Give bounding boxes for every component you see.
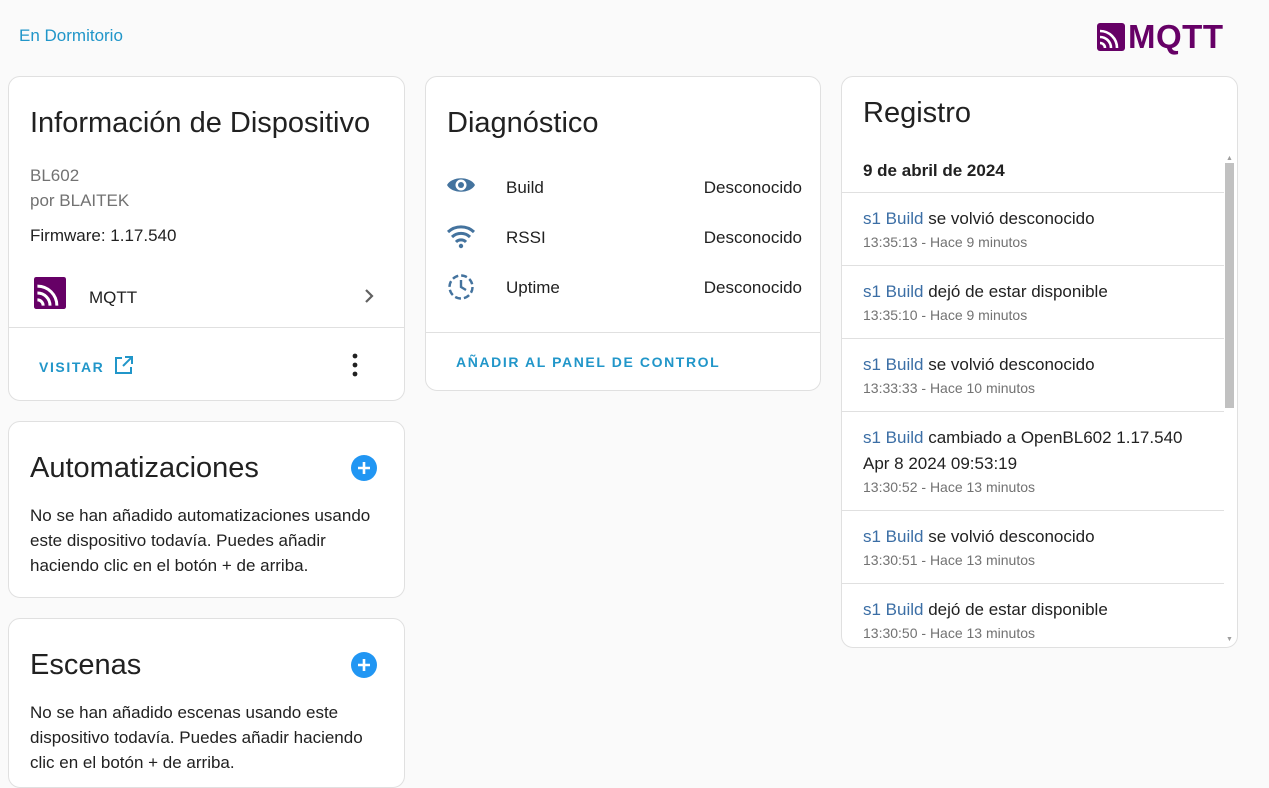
logbook-time: 13:30:52 - Hace 13 minutos	[863, 479, 1035, 495]
diagnostic-name: Build	[506, 178, 544, 197]
area-link[interactable]: En Dormitorio	[19, 26, 123, 46]
logbook-entry: s1 Build se volvió desconocido 13:30:51 …	[842, 510, 1224, 584]
logbook-message: s1 Build se volvió desconocido	[863, 206, 1203, 232]
integration-label: MQTT	[89, 288, 138, 307]
divider	[9, 327, 404, 328]
logbook-title: Registro	[863, 97, 971, 129]
diagnostics-title: Diagnóstico	[447, 107, 599, 139]
logbook-text: se volvió desconocido	[928, 355, 1095, 374]
automations-card: Automatizaciones No se han añadido autom…	[8, 421, 405, 598]
logbook-message: s1 Build dejó de estar disponible	[863, 279, 1203, 305]
device-firmware: Firmware: 1.17.540	[30, 226, 177, 245]
dots-vertical-icon[interactable]	[343, 351, 367, 384]
logbook-entry: s1 Build dejó de estar disponible 13:30:…	[842, 583, 1224, 647]
divider	[426, 332, 820, 333]
logbook-entry: s1 Build se volvió desconocido 13:35:13 …	[842, 192, 1224, 266]
logbook-entity-link[interactable]: s1 Build	[863, 527, 923, 546]
logbook-message: s1 Build dejó de estar disponible	[863, 597, 1203, 623]
logbook-message: s1 Build cambiado a OpenBL602 1.17.540 A…	[863, 425, 1203, 477]
logbook-text: dejó de estar disponible	[928, 600, 1108, 619]
device-info-card: Información de Dispositivo BL602 por BLA…	[8, 76, 405, 401]
plus-circle-icon	[351, 455, 377, 481]
diagnostic-row-build[interactable]: Build Desconocido	[426, 167, 820, 207]
mqtt-icon	[34, 277, 66, 314]
integration-row-mqtt[interactable]: MQTT	[9, 272, 404, 322]
logbook-time: 13:35:10 - Hace 9 minutos	[863, 307, 1028, 323]
eye-icon	[446, 173, 476, 202]
device-manufacturer: por BLAITEK	[30, 191, 130, 210]
logbook-time: 13:30:50 - Hace 13 minutos	[863, 625, 1035, 641]
logbook-entity-link[interactable]: s1 Build	[863, 428, 923, 447]
logbook-entity-link[interactable]: s1 Build	[863, 282, 923, 301]
logbook-card: Registro 9 de abril de 2024 s1 Build se …	[841, 76, 1238, 648]
automations-empty-text: No se han añadido automatizaciones usand…	[30, 506, 371, 575]
logbook-time: 13:35:13 - Hace 9 minutos	[863, 234, 1028, 250]
clock-icon	[446, 273, 476, 306]
visit-label: VISITAR	[39, 358, 105, 375]
diagnostic-name: Uptime	[506, 278, 560, 297]
logbook-entity-link[interactable]: s1 Build	[863, 600, 923, 619]
diagnostic-row-uptime[interactable]: Uptime Desconocido	[426, 267, 820, 307]
logbook-scrollbar[interactable]: ▲ ▼	[1224, 155, 1234, 645]
visit-button[interactable]: VISITAR	[39, 355, 134, 378]
scroll-down-arrow-icon[interactable]: ▼	[1226, 636, 1233, 643]
logbook-entry: s1 Build se volvió desconocido 13:33:33 …	[842, 338, 1224, 412]
mqtt-logo-text: MQTT	[1128, 18, 1224, 55]
logbook-entity-link[interactable]: s1 Build	[863, 355, 923, 374]
diagnostic-value: Desconocido	[703, 278, 802, 297]
logbook-time: 13:33:33 - Hace 10 minutos	[863, 380, 1035, 396]
logbook-time: 13:30:51 - Hace 13 minutos	[863, 552, 1035, 568]
scroll-up-arrow-icon[interactable]: ▲	[1226, 155, 1233, 162]
scenes-card: Escenas No se han añadido escenas usando…	[8, 618, 405, 788]
logbook-date: 9 de abril de 2024	[863, 161, 1005, 180]
device-model: BL602	[30, 166, 80, 185]
mqtt-logo-icon	[1097, 22, 1125, 51]
scenes-title: Escenas	[30, 649, 142, 681]
logbook-entry: s1 Build cambiado a OpenBL602 1.17.540 A…	[842, 411, 1224, 511]
diagnostic-value: Desconocido	[703, 178, 802, 197]
logbook-entity-link[interactable]: s1 Build	[863, 209, 923, 228]
logbook-text: se volvió desconocido	[928, 527, 1095, 546]
scroll-thumb[interactable]	[1225, 163, 1234, 408]
scenes-empty-text: No se han añadido escenas usando este di…	[30, 703, 363, 772]
add-scene-button[interactable]	[351, 652, 377, 683]
diagnostics-card: Diagnóstico Build Desconocido RSSI Desco…	[425, 76, 821, 391]
wifi-icon	[446, 223, 476, 254]
diagnostic-row-rssi[interactable]: RSSI Desconocido	[426, 217, 820, 257]
add-automation-button[interactable]	[351, 455, 377, 486]
mqtt-logo: MQTT	[1097, 20, 1223, 53]
logbook-entry: s1 Build dejó de estar disponible 13:35:…	[842, 265, 1224, 339]
device-info-title: Información de Dispositivo	[30, 107, 371, 139]
logbook-message: s1 Build se volvió desconocido	[863, 524, 1203, 550]
logbook-message: s1 Build se volvió desconocido	[863, 352, 1203, 378]
chevron-right-icon	[357, 284, 381, 313]
diagnostic-name: RSSI	[506, 228, 546, 247]
logbook-text: se volvió desconocido	[928, 209, 1095, 228]
plus-circle-icon	[351, 652, 377, 678]
logbook-text: dejó de estar disponible	[928, 282, 1108, 301]
diagnostic-value: Desconocido	[703, 228, 802, 247]
open-in-new-icon	[114, 355, 134, 378]
add-to-dashboard-button[interactable]: AÑADIR AL PANEL DE CONTROL	[456, 354, 720, 370]
automations-title: Automatizaciones	[30, 452, 259, 484]
